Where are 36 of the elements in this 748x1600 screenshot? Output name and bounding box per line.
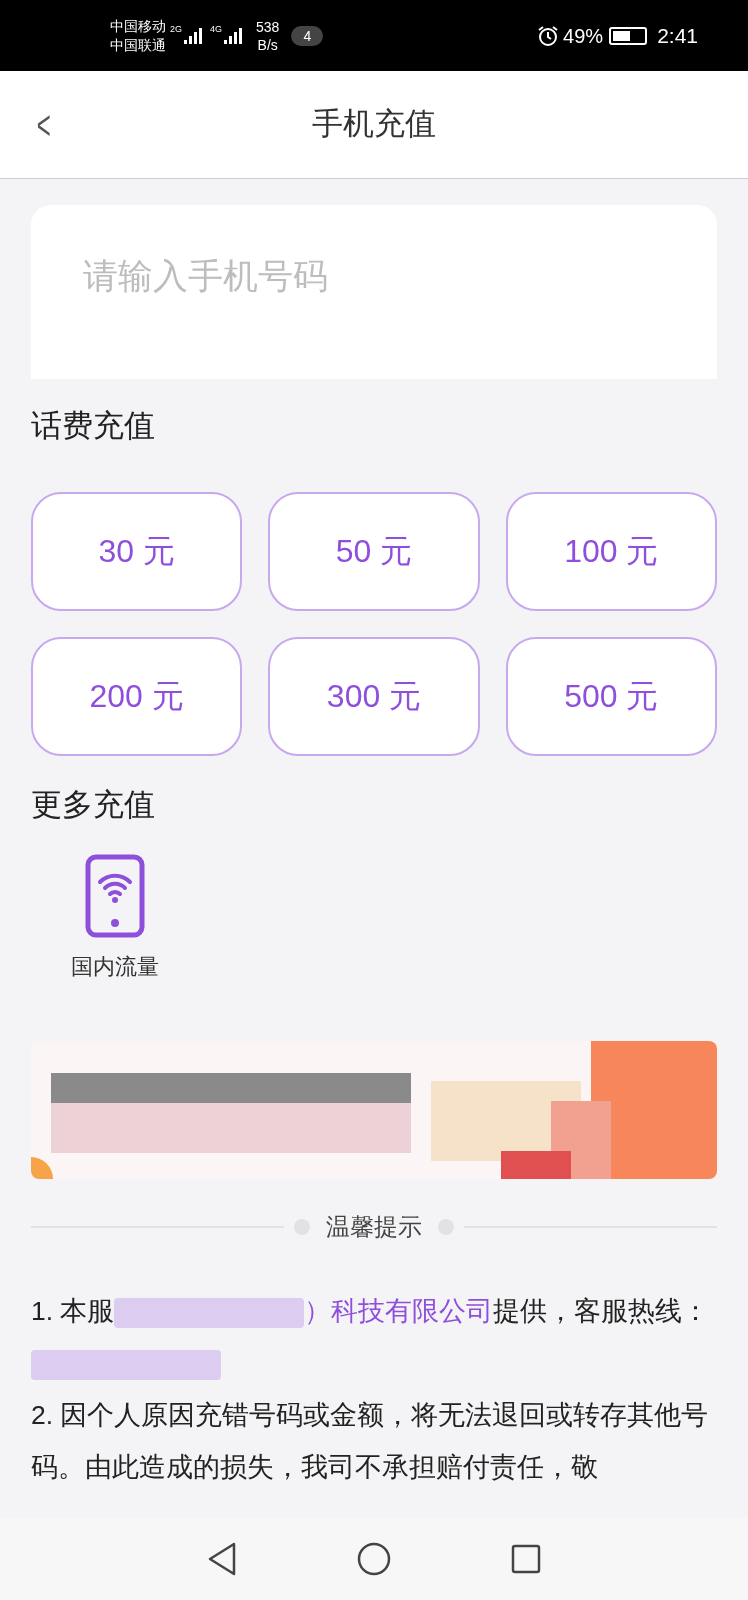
network-type: 4G bbox=[210, 22, 223, 36]
amount-option[interactable]: 50 元 bbox=[268, 491, 480, 611]
amount-option[interactable]: 500 元 bbox=[505, 636, 717, 756]
company-link[interactable]: ）科技有限公司 bbox=[304, 1296, 494, 1326]
speed-text: B/s bbox=[257, 35, 278, 54]
amount-option[interactable]: 100 元 bbox=[505, 491, 717, 611]
phone-wifi-icon bbox=[85, 854, 145, 938]
page-title: 手机充值 bbox=[312, 105, 436, 144]
note-text: 2. 因个人原因充错号码或金额，将无法退回或转存其他号码。由此造成的损失，我司不承担赔付责任，敬 bbox=[31, 1399, 710, 1484]
alarm-icon bbox=[537, 24, 560, 47]
section-title: 更多充值 bbox=[31, 785, 156, 824]
note-text: 热线： bbox=[628, 1296, 710, 1326]
amount-option[interactable]: 30 元 bbox=[31, 491, 243, 611]
back-nav-icon[interactable] bbox=[207, 1542, 237, 1576]
amount-option[interactable]: 200 元 bbox=[31, 636, 243, 756]
battery-percent: 49% bbox=[563, 23, 604, 49]
recents-nav-icon[interactable] bbox=[511, 1544, 541, 1574]
phone-input-field[interactable]: 请输入手机号码 bbox=[31, 205, 717, 379]
network-type: 2G bbox=[170, 22, 182, 36]
carrier-name: 中国移动 bbox=[110, 16, 166, 36]
note-text: 提供，客服 bbox=[493, 1296, 629, 1326]
clock-time: 2:41 bbox=[657, 22, 698, 49]
tips-title: 温馨提示 bbox=[325, 1212, 423, 1242]
signal-icon bbox=[184, 27, 204, 44]
battery-icon bbox=[609, 26, 648, 45]
speed-text: 538 bbox=[256, 17, 280, 36]
notification-badge: 4 bbox=[291, 25, 324, 46]
amount-option[interactable]: 300 元 bbox=[268, 636, 480, 756]
back-button[interactable]: < bbox=[36, 104, 51, 145]
home-nav-icon[interactable] bbox=[357, 1542, 391, 1576]
carrier-name: 中国联通 bbox=[110, 35, 166, 55]
data-plan-shortcut[interactable]: 国内流量 bbox=[71, 854, 159, 983]
shortcut-label: 国内流量 bbox=[71, 953, 159, 981]
signal-icon bbox=[224, 27, 245, 44]
section-title: 话费充值 bbox=[31, 407, 156, 445]
note-text: 1. 本服 bbox=[31, 1296, 115, 1326]
